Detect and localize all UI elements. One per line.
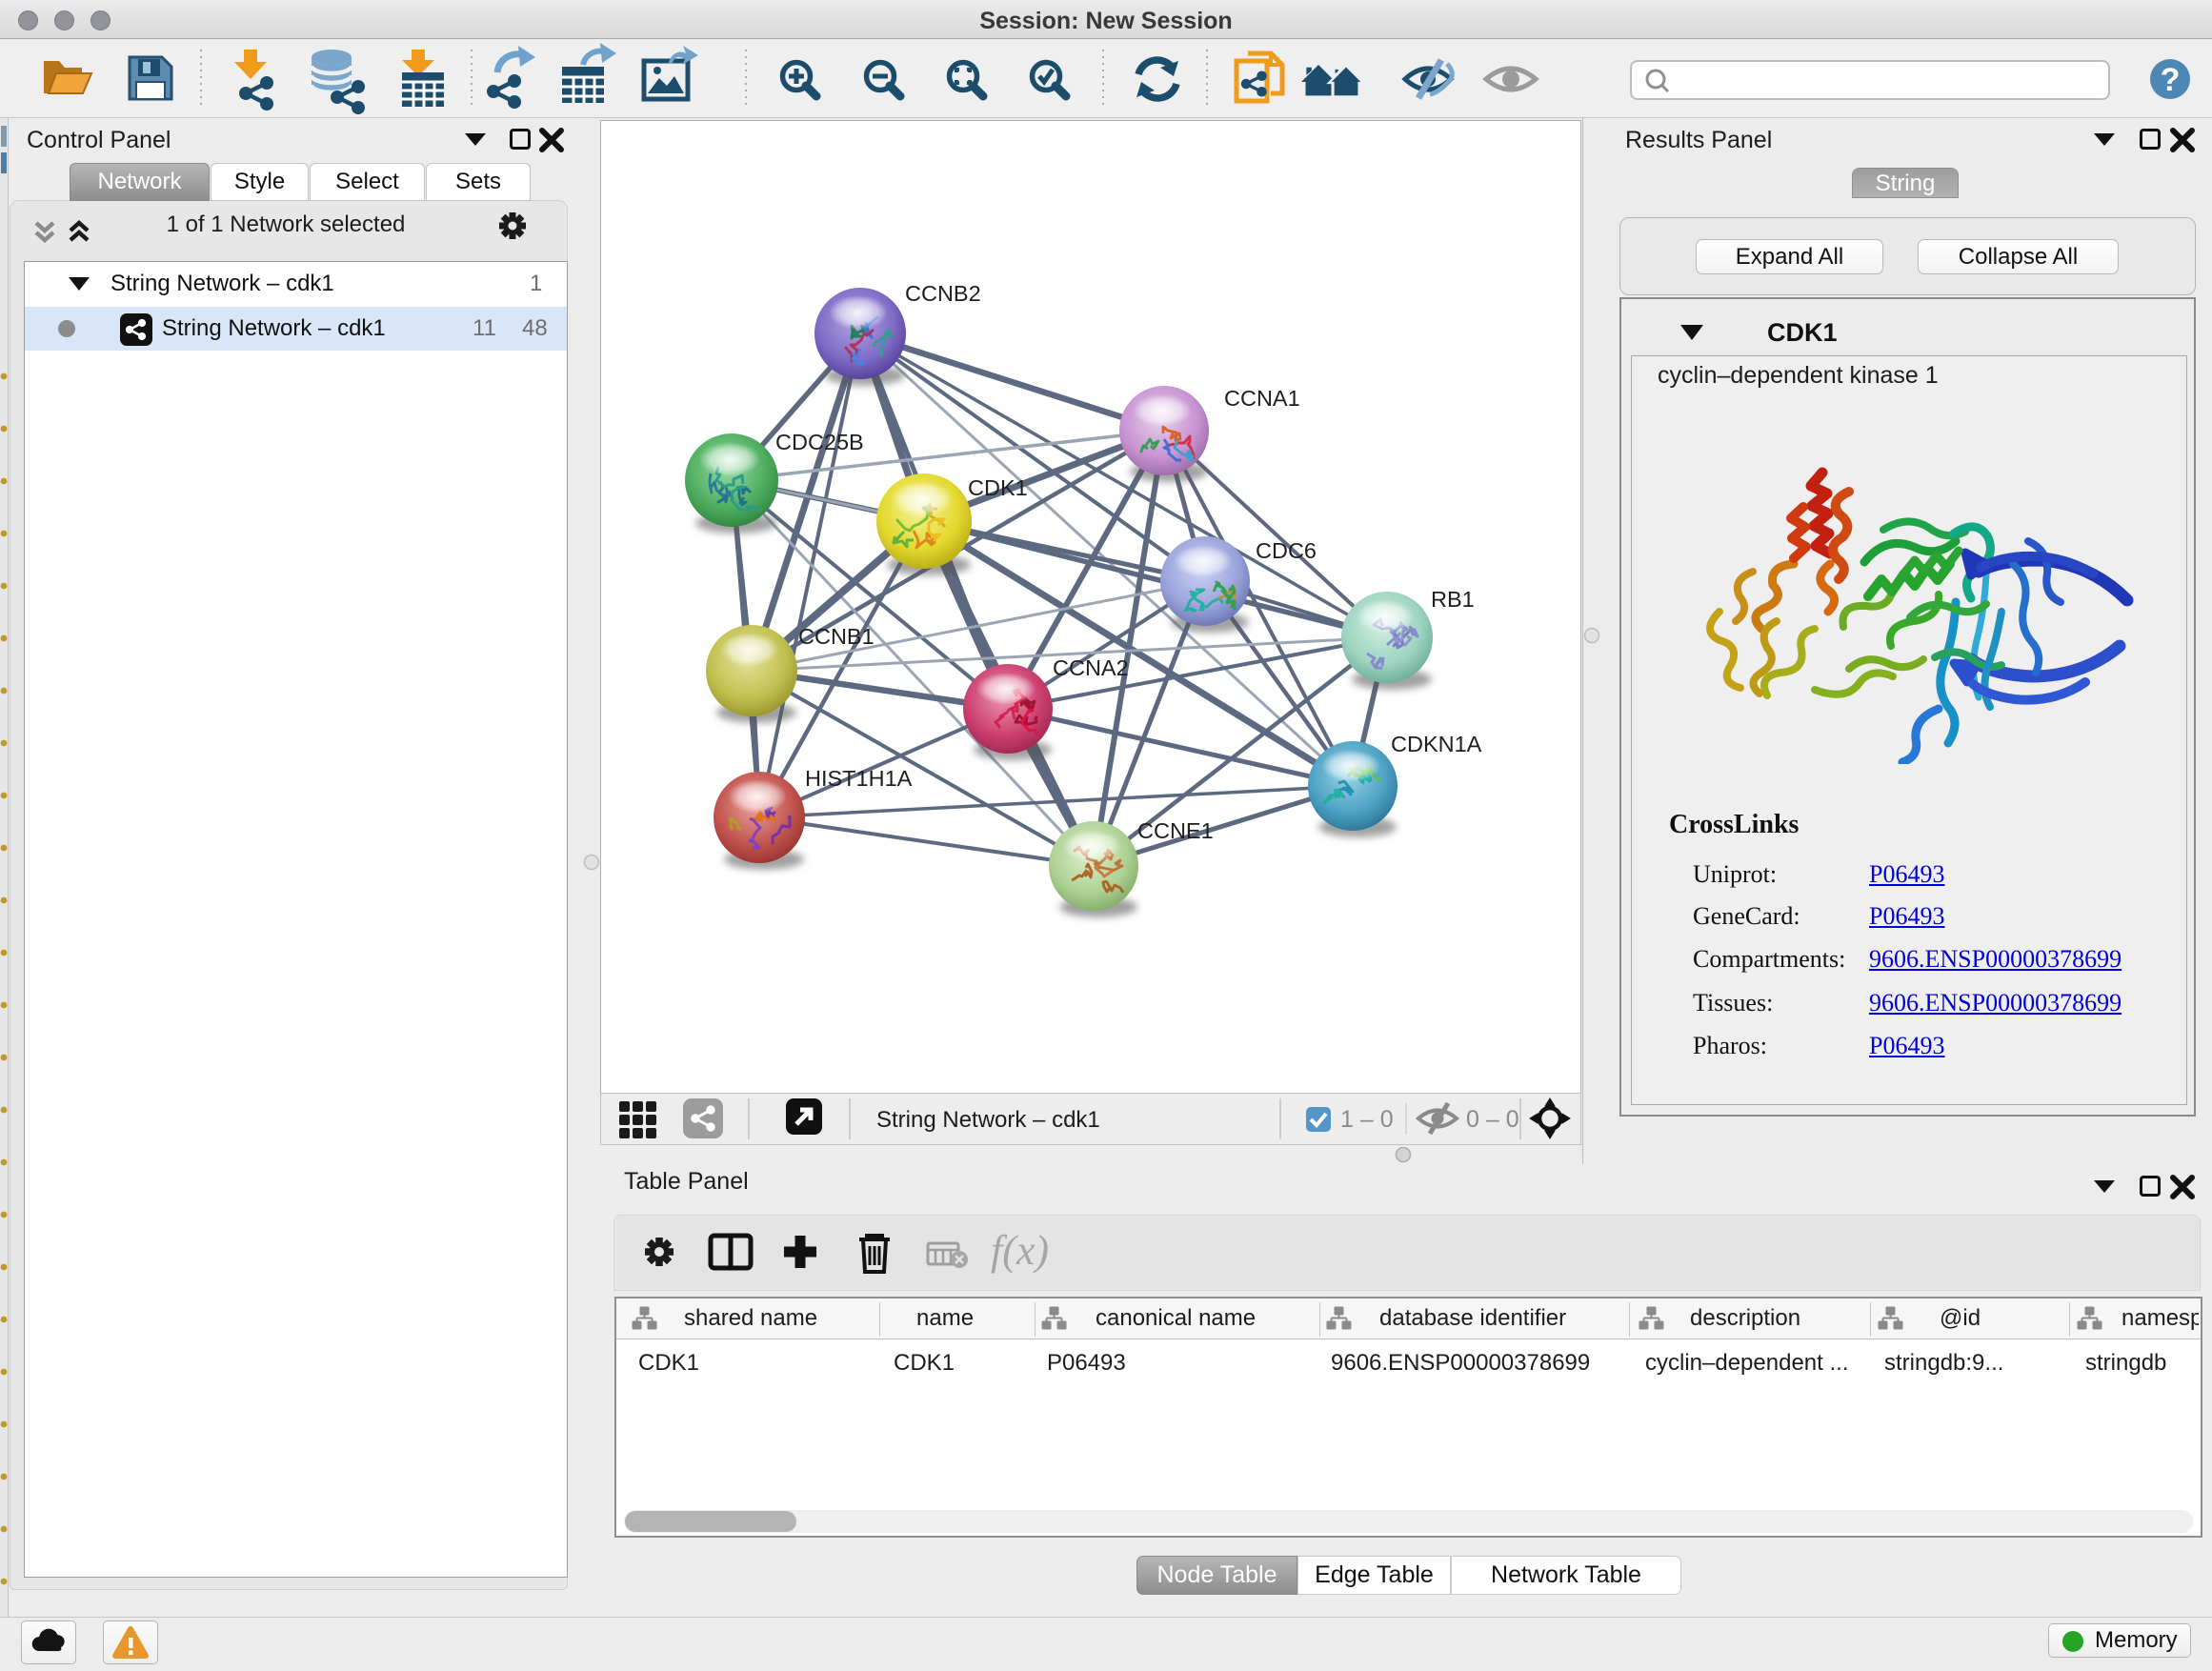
- svg-text:CDK1: CDK1: [968, 475, 1028, 500]
- svg-text:stringdb:9...: stringdb:9...: [1884, 1350, 2003, 1376]
- svg-text:canonical name: canonical name: [1096, 1305, 1256, 1331]
- svg-text:String Network – cdk1: String Network – cdk1: [876, 1107, 1100, 1133]
- svg-text:HIST1H1A: HIST1H1A: [805, 766, 913, 791]
- svg-text:name: name: [916, 1305, 974, 1331]
- svg-text:cyclin–dependent ...: cyclin–dependent ...: [1645, 1350, 1848, 1376]
- svg-text:CCNA2: CCNA2: [1053, 655, 1129, 680]
- svg-text:stringdb: stringdb: [2085, 1350, 2166, 1376]
- svg-text:CCNB2: CCNB2: [905, 281, 981, 306]
- svg-text:namespace: namespace: [2122, 1305, 2199, 1331]
- svg-text:CCNA1: CCNA1: [1224, 386, 1300, 411]
- svg-text:@id: @id: [1940, 1305, 1981, 1331]
- svg-text:CDK1: CDK1: [638, 1350, 699, 1376]
- svg-text:CDC6: CDC6: [1256, 538, 1317, 563]
- svg-text:CCNE1: CCNE1: [1137, 818, 1214, 843]
- svg-text:RB1: RB1: [1431, 587, 1475, 612]
- svg-text:9606.ENSP00000378699: 9606.ENSP00000378699: [1331, 1350, 1590, 1376]
- svg-text:CDKN1A: CDKN1A: [1391, 732, 1482, 756]
- svg-text:CDK1: CDK1: [894, 1350, 955, 1376]
- svg-text:CDC25B: CDC25B: [775, 430, 864, 454]
- svg-text:database identifier: database identifier: [1379, 1305, 1566, 1331]
- svg-text:?: ?: [2161, 62, 2181, 98]
- svg-text:shared name: shared name: [684, 1305, 817, 1331]
- svg-text:1 – 0: 1 – 0: [1340, 1106, 1394, 1133]
- svg-text:CCNB1: CCNB1: [798, 624, 875, 649]
- svg-text:f(x): f(x): [991, 1227, 1049, 1274]
- svg-text:P06493: P06493: [1047, 1350, 1126, 1376]
- svg-text:0 – 0: 0 – 0: [1466, 1106, 1519, 1133]
- svg-text:description: description: [1690, 1305, 1800, 1331]
